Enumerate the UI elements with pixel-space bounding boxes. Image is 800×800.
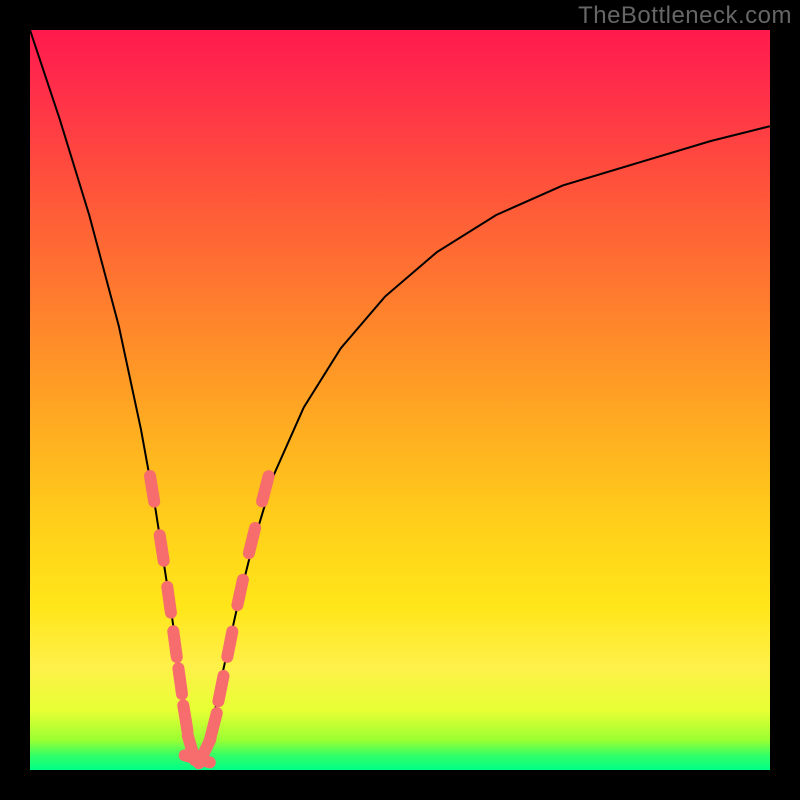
marker-point [210,713,217,738]
marker-point [173,631,177,657]
chart-svg [30,30,770,770]
chart-frame: TheBottleneck.com [0,0,800,800]
marker-point [218,676,223,701]
marker-point [183,705,187,731]
marker-point [262,476,269,501]
marker-point [227,632,232,657]
marker-point [178,668,182,694]
marker-point [249,528,255,553]
bottleneck-curve [30,30,770,763]
marker-point [160,535,164,561]
watermark-text: TheBottleneck.com [578,2,792,30]
marker-point [237,580,243,605]
plot-area [30,30,770,770]
marker-point [167,587,171,613]
marker-point [150,476,154,502]
trough-markers [150,476,269,763]
